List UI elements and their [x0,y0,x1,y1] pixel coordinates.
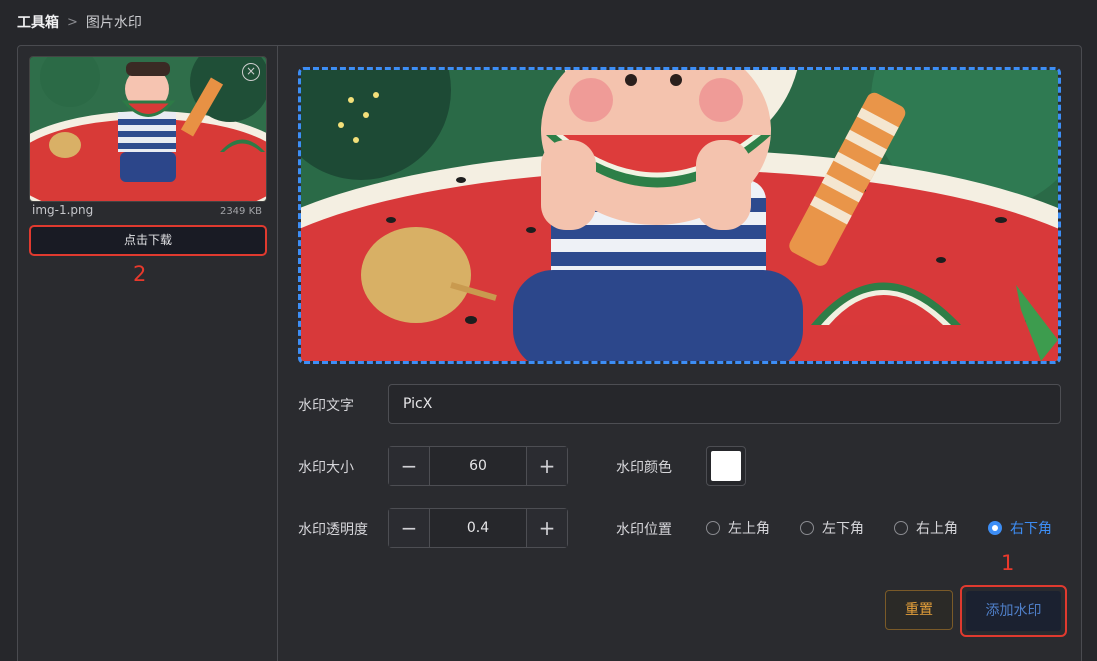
radio-bottom-right[interactable]: 右下角 [988,518,1052,538]
watermelon-illustration-thumbnail [30,57,266,201]
breadcrumb: 工具箱 > 图片水印 [17,12,142,32]
opacity-decrease-button[interactable]: − [389,509,430,547]
radio-label: 左上角 [728,521,770,537]
divider [277,46,278,661]
chevron-right-icon: > [67,14,78,30]
watermark-text-input[interactable]: PicX [388,384,1061,424]
watermark-position-label: 水印位置 [616,522,672,538]
radio-bottom-left[interactable]: 左下角 [800,518,864,538]
image-preview [298,67,1061,364]
watermark-opacity-label: 水印透明度 [298,522,368,538]
watermelon-illustration-preview [301,70,1058,361]
size-increase-button[interactable]: + [526,447,567,485]
radio-circle-icon [800,521,814,535]
radio-label: 右上角 [916,521,958,537]
radio-circle-icon [988,521,1002,535]
watermark-color-label: 水印颜色 [616,460,672,476]
annotation-label-2: 2 [133,262,147,286]
remove-image-icon[interactable]: × [242,63,260,81]
opacity-value[interactable]: 0.4 [430,509,526,547]
breadcrumb-root[interactable]: 工具箱 [17,12,59,32]
file-size: 2349 KB [219,206,262,217]
file-meta: img-1.png 2349 KB [32,203,262,217]
size-decrease-button[interactable]: − [389,447,430,485]
color-picker[interactable] [706,446,746,486]
radio-label: 左下角 [822,521,864,537]
reset-button[interactable]: 重置 [885,590,953,630]
radio-top-left[interactable]: 左上角 [706,518,770,538]
breadcrumb-current: 图片水印 [85,15,142,31]
file-name: img-1.png [32,203,94,217]
download-button[interactable]: 点击下载 [29,225,267,256]
watermark-size-label: 水印大小 [298,460,354,476]
add-watermark-button[interactable]: 添加水印 [966,591,1061,631]
position-radio-group: 左上角 左下角 右上角 右下角 [706,518,1052,538]
watermark-opacity-stepper: − 0.4 + [388,508,568,548]
radio-circle-icon [706,521,720,535]
annotation-label-1: 1 [1001,551,1015,575]
radio-label: 右下角 [1010,521,1052,537]
radio-top-right[interactable]: 右上角 [894,518,958,538]
watermark-size-stepper: − 60 + [388,446,568,486]
radio-circle-icon [894,521,908,535]
image-thumbnail[interactable]: × [29,56,267,202]
watermark-text-label: 水印文字 [298,398,354,414]
color-swatch [711,451,741,481]
size-value[interactable]: 60 [430,447,526,485]
opacity-increase-button[interactable]: + [526,509,567,547]
